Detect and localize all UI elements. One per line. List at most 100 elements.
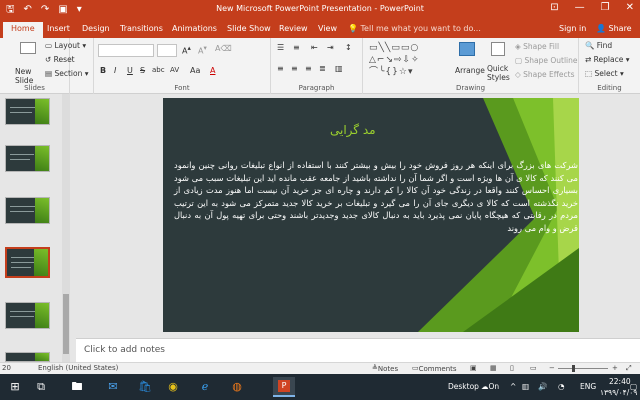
- indent-icon[interactable]: ⇤: [311, 43, 318, 52]
- slide-thumbnail[interactable]: [5, 352, 50, 362]
- restore-button[interactable]: ❐: [601, 2, 610, 13]
- zoom-slider[interactable]: [558, 368, 608, 369]
- tab-design[interactable]: Design: [82, 24, 110, 33]
- tab-home[interactable]: Home: [3, 22, 43, 38]
- notifications-icon[interactable]: ▢: [630, 382, 637, 391]
- clear-format-icon[interactable]: A⌫: [215, 44, 232, 53]
- slide-thumbnail-selected[interactable]: [5, 247, 50, 278]
- ribbon-display-icon[interactable]: ⊡: [550, 2, 558, 13]
- slide-sorter-icon[interactable]: ▦: [490, 364, 497, 372]
- mail-icon[interactable]: ✉: [106, 380, 120, 394]
- language-status[interactable]: English (United States): [38, 364, 118, 372]
- firefox-icon[interactable]: ◍: [230, 380, 244, 394]
- bold-button[interactable]: B: [100, 66, 106, 75]
- normal-view-icon[interactable]: ▣: [470, 364, 477, 372]
- shape-outline-button[interactable]: ▢ Shape Outline: [515, 56, 578, 65]
- section-button[interactable]: ▤ Section ▾: [45, 69, 89, 78]
- task-view-icon[interactable]: ⧉: [34, 380, 48, 394]
- slide-body-text[interactable]: شرکت های بزرگ برای اینکه هر روز فروش خود…: [174, 159, 578, 235]
- strikethrough-button[interactable]: S: [140, 66, 145, 75]
- comments-toggle[interactable]: ▭ Comments: [412, 364, 457, 373]
- new-slide-button[interactable]: New Slide: [15, 42, 40, 85]
- shape-effects-button[interactable]: ◇ Shape Effects: [515, 70, 575, 79]
- reading-view-icon[interactable]: ▯: [510, 364, 514, 372]
- align-center-icon[interactable]: ≡: [291, 64, 298, 73]
- shadow-button[interactable]: abc: [152, 66, 165, 74]
- share-label: Share: [608, 24, 632, 33]
- share-button[interactable]: 👤 Share: [596, 24, 632, 33]
- change-case-button[interactable]: Aa: [190, 66, 200, 75]
- zoom-out-icon[interactable]: −: [549, 364, 555, 372]
- slide-thumbnail[interactable]: [5, 145, 50, 172]
- arrange-button[interactable]: Arrange: [455, 42, 485, 82]
- tab-review[interactable]: Review: [279, 24, 308, 33]
- slide-thumbnail[interactable]: [5, 98, 50, 125]
- reset-button[interactable]: ↺ Reset: [45, 55, 75, 64]
- zoom-in-icon[interactable]: +: [612, 364, 618, 372]
- grow-font-icon[interactable]: A▴: [182, 44, 191, 56]
- tab-animations[interactable]: Animations: [172, 24, 217, 33]
- zoom-slider-thumb[interactable]: [572, 365, 575, 372]
- italic-button[interactable]: I: [114, 66, 116, 75]
- font-color-button[interactable]: A: [210, 66, 215, 75]
- edge-icon[interactable]: ℯ: [198, 380, 212, 394]
- desktop-toolbar[interactable]: Desktop: [448, 382, 479, 391]
- shape-fill-button[interactable]: ◈ Shape Fill: [515, 42, 559, 51]
- shrink-font-icon[interactable]: A▾: [198, 44, 207, 56]
- quick-styles-icon: [491, 42, 505, 56]
- line-spacing-icon[interactable]: ↕: [345, 43, 352, 52]
- fit-slide-icon[interactable]: ⤢: [626, 364, 632, 373]
- tab-insert[interactable]: Insert: [47, 24, 70, 33]
- slideshow-view-icon[interactable]: ▭: [530, 364, 537, 372]
- show-hidden-icons[interactable]: ^: [510, 382, 516, 391]
- notes-pane[interactable]: Click to add notes: [76, 338, 640, 362]
- tab-slide-show[interactable]: Slide Show: [227, 24, 271, 33]
- bullets-icon[interactable]: ☰: [277, 43, 284, 52]
- quick-styles-button[interactable]: Quick Styles: [485, 42, 513, 86]
- align-left-icon[interactable]: ≡: [277, 64, 284, 73]
- close-button[interactable]: ✕: [626, 2, 634, 13]
- font-size-box[interactable]: [157, 44, 177, 57]
- layout-button[interactable]: ▭ Layout ▾: [45, 41, 86, 50]
- justify-icon[interactable]: ≣: [319, 64, 326, 73]
- columns-icon[interactable]: ▥: [335, 64, 343, 73]
- find-button[interactable]: 🔍 Find: [585, 41, 612, 50]
- minimize-button[interactable]: —: [575, 2, 585, 13]
- status-bar: 20 English (United States) ≜ Notes ▭ Com…: [0, 362, 640, 374]
- tab-transitions[interactable]: Transitions: [120, 24, 163, 33]
- arrange-icon: [459, 42, 475, 56]
- underline-button[interactable]: U: [127, 66, 133, 75]
- slide-thumbnail[interactable]: [5, 197, 50, 224]
- shapes-gallery[interactable]: ▭╲╲▭▭○ △⌐↘⇨⇩✧ ⌒╰{}☆▾: [369, 42, 451, 78]
- outdent-icon[interactable]: ⇥: [327, 43, 334, 52]
- notes-toggle[interactable]: ≜ Notes: [372, 364, 398, 373]
- ribbon-tabs: Home Insert Design Transitions Animation…: [0, 20, 640, 38]
- drawing-group-label: Drawing: [455, 84, 486, 92]
- font-name-box[interactable]: [98, 44, 154, 57]
- language-indicator[interactable]: ENG: [580, 382, 596, 391]
- tell-me-search[interactable]: 💡 Tell me what you want to do...: [348, 24, 481, 33]
- align-right-icon[interactable]: ≡: [305, 64, 312, 73]
- powerpoint-taskbar-icon[interactable]: P: [273, 377, 295, 397]
- tab-view[interactable]: View: [318, 24, 337, 33]
- slide-number-status: 20: [2, 364, 11, 372]
- slide-thumbnail[interactable]: [5, 302, 50, 329]
- file-explorer-icon[interactable]: 🖿: [70, 380, 84, 394]
- editing-group-label: Editing: [597, 84, 622, 92]
- clock-time[interactable]: 22:40: [609, 377, 631, 386]
- sign-in-link[interactable]: Sign in: [559, 24, 586, 33]
- scrollbar-thumb[interactable]: [63, 294, 69, 354]
- store-icon[interactable]: 🛍: [138, 380, 152, 394]
- windows-start-icon[interactable]: ⊞: [8, 380, 22, 394]
- replace-button[interactable]: ⇄ Replace ▾: [585, 55, 630, 64]
- select-button[interactable]: ⬚ Select ▾: [585, 69, 624, 78]
- numbering-icon[interactable]: ≡: [293, 43, 300, 52]
- chrome-icon[interactable]: ◉: [166, 380, 180, 394]
- thumbnail-scrollbar[interactable]: [62, 94, 70, 362]
- onedrive-status[interactable]: ☁On: [481, 382, 499, 391]
- slide-title[interactable]: مد گرایی: [330, 123, 376, 137]
- char-spacing-button[interactable]: AV: [170, 66, 179, 74]
- wifi-icon[interactable]: ◔: [558, 382, 565, 391]
- network-icon[interactable]: ▥: [522, 382, 529, 391]
- volume-icon[interactable]: 🔊: [538, 382, 547, 391]
